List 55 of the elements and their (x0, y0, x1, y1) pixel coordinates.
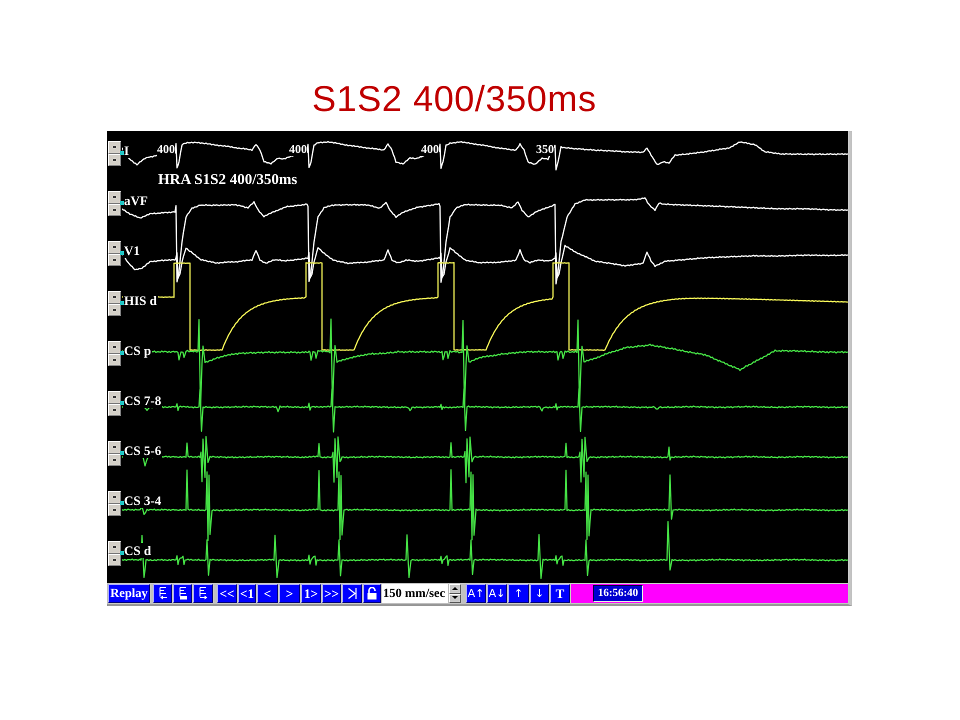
toolbar-button[interactable]: A↓ (487, 584, 507, 603)
padlock-icon (367, 587, 377, 600)
toolbar-button[interactable]: ↑ (508, 584, 529, 603)
interval-label: 400 (157, 142, 175, 156)
channel-marker-icon (120, 401, 124, 405)
marker-button[interactable] (153, 584, 172, 603)
lines-right-arrow-icon (198, 587, 208, 600)
skip-end-button[interactable] (342, 584, 362, 603)
channel-scale-spinner[interactable] (108, 241, 121, 266)
channel-label: CS p (123, 343, 152, 358)
channel-scale-spinner[interactable] (108, 141, 121, 166)
channel-label: CS 3-4 (123, 493, 162, 508)
channel-marker-icon (120, 251, 124, 255)
lines-left-arrow-icon (158, 587, 168, 600)
channel-scale-spinner[interactable] (108, 441, 121, 466)
channel-scale-spinner[interactable] (108, 291, 121, 316)
channel-scale-spinner[interactable] (108, 491, 121, 516)
marker-button[interactable] (193, 584, 213, 603)
slide-title: S1S2 400/350ms (312, 78, 597, 119)
lock-button[interactable] (363, 584, 381, 603)
nav-button[interactable]: > (279, 584, 300, 603)
nav-button[interactable]: <1 (238, 584, 256, 603)
channel-scale-spinner[interactable] (108, 541, 121, 566)
time-display: 16:56:40 (593, 585, 643, 602)
interval-label: 350 (536, 142, 554, 156)
nav-button[interactable]: 1> (301, 584, 321, 603)
channel-marker-icon (120, 551, 124, 555)
replay-button[interactable]: Replay (108, 584, 150, 603)
channel-scale-spinner[interactable] (108, 191, 121, 216)
channel-label: HIS d (123, 293, 158, 308)
marker-button[interactable] (173, 584, 192, 603)
channel-label: CS 5-6 (123, 443, 162, 458)
channel-scale-spinner[interactable] (108, 341, 121, 366)
toolbar-button[interactable]: T (550, 584, 570, 603)
channel-marker-icon (120, 501, 124, 505)
nav-button[interactable]: < (257, 584, 278, 603)
channel-scale-spinner[interactable] (108, 391, 121, 416)
channel-label: CS 7-8 (123, 393, 162, 408)
channel-marker-icon (120, 351, 124, 355)
toolbar-button[interactable]: ↓ (530, 584, 549, 603)
interval-label: 400 (289, 142, 307, 156)
speed-field[interactable]: 150 mm/sec (382, 584, 448, 603)
nav-button[interactable]: << (217, 584, 237, 603)
channel-label: CS d (123, 543, 152, 558)
toolbar-button[interactable]: A↑ (466, 584, 486, 603)
nav-button[interactable]: >> (322, 584, 341, 603)
channel-marker-icon (120, 451, 124, 455)
interval-label: 400 (421, 142, 439, 156)
skip-to-end-icon (348, 588, 356, 599)
channel-marker-icon (120, 301, 124, 305)
channel-marker-icon (120, 151, 124, 155)
channel-marker-icon (120, 201, 124, 205)
speed-spinner[interactable] (449, 584, 461, 603)
channel-label: V1 (123, 243, 141, 258)
lines-block-icon (178, 587, 188, 600)
